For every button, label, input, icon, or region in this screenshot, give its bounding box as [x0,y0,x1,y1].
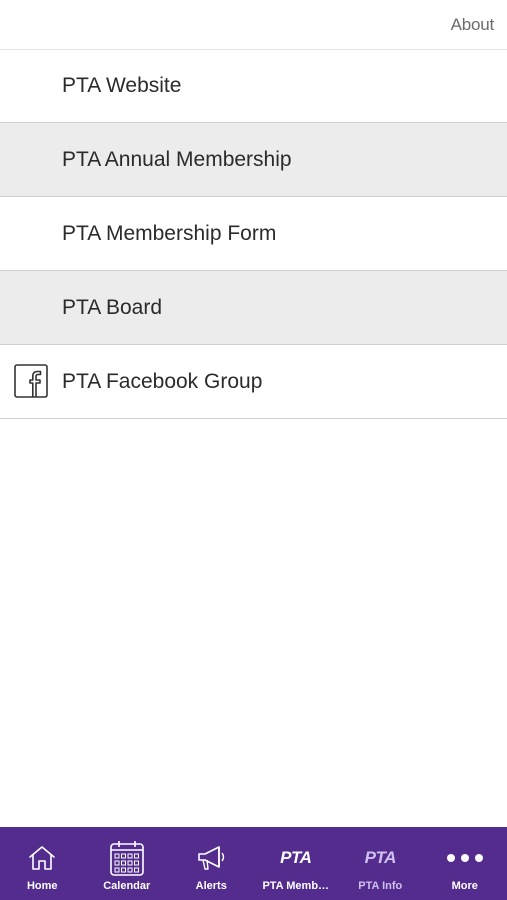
pta-logo-text: PTA [364,848,397,867]
tab-label: More [451,880,478,892]
list-item-pta-annual-membership[interactable]: PTA Annual Membership [0,123,507,197]
list-item-label: PTA Website [62,74,182,97]
tab-label: Calendar [103,880,151,892]
tab-label: PTA Memb… [262,880,330,892]
tab-calendar[interactable]: Calendar [85,827,170,900]
more-dots-icon [446,839,483,877]
list-item-pta-facebook-group[interactable]: PTA Facebook Group [0,345,507,419]
pta-logo-icon: PTA [364,839,397,877]
tab-alerts[interactable]: Alerts [169,827,254,900]
tab-pta-info[interactable]: PTA PTA Info [338,827,423,900]
tab-label: Home [26,880,58,892]
home-icon [27,839,57,877]
tab-label: Alerts [195,880,227,892]
pta-logo-text: PTA [280,848,312,867]
tab-pta-membership[interactable]: PTA PTA Memb… [254,827,339,900]
calendar-icon [109,839,145,877]
tab-bar: Home Calendar Alerts PTA PTA Memb… PTA P… [0,827,507,900]
facebook-icon [14,364,48,398]
tab-label: PTA Info [358,880,403,892]
tab-more[interactable]: More [423,827,507,900]
list-item-label: PTA Board [62,296,162,319]
list-item-pta-website[interactable]: PTA Website [0,49,507,123]
list-item-pta-board[interactable]: PTA Board [0,271,507,345]
about-button[interactable]: About [451,15,495,35]
megaphone-icon [195,839,227,877]
tab-home[interactable]: Home [0,827,85,900]
list-item-label: PTA Membership Form [62,222,277,245]
top-bar: About [0,0,507,50]
list-item-label: PTA Annual Membership [62,148,292,171]
link-list: PTA Website PTA Annual Membership PTA Me… [0,49,507,419]
list-item-label: PTA Facebook Group [62,370,263,393]
pta-logo-icon: PTA [280,839,312,877]
list-item-pta-membership-form[interactable]: PTA Membership Form [0,197,507,271]
